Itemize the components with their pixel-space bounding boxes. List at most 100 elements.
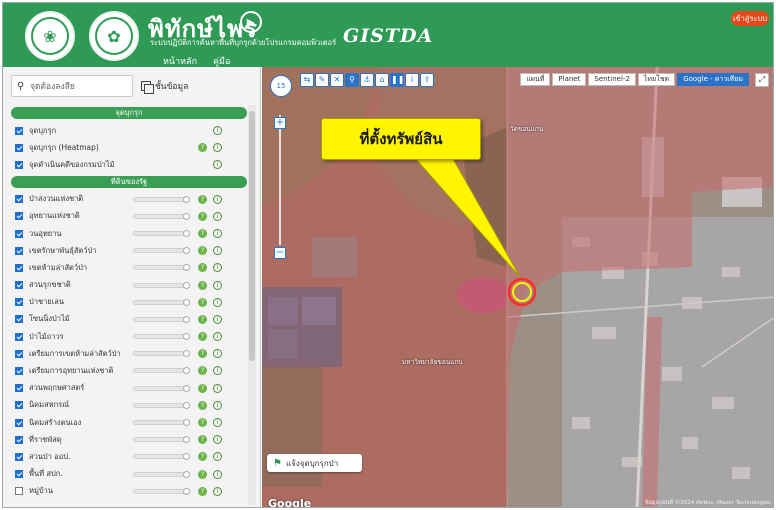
pause-tool-icon[interactable]: ❚❚ [390,73,404,87]
help-icon[interactable]: ? [198,366,207,376]
section-header[interactable]: จุดบุกรุก [11,107,247,119]
login-button[interactable]: เข้าสู่ระบบ [731,11,769,26]
opacity-slider[interactable] [133,247,190,255]
info-icon[interactable]: i [213,366,222,376]
help-icon[interactable]: ? [198,418,207,427]
opacity-slider[interactable] [133,264,190,272]
info-icon[interactable]: i [213,143,222,153]
slider-handle[interactable] [183,470,190,478]
opacity-slider[interactable] [133,195,190,203]
info-icon[interactable]: i [213,126,222,135]
help-icon[interactable]: ? [198,297,207,307]
layer-checkbox[interactable] [15,143,23,152]
info-icon[interactable]: i [213,297,222,307]
section-header[interactable]: ที่ดินของรัฐ [11,175,247,188]
slider-handle[interactable] [183,212,190,220]
slider-handle[interactable] [183,453,190,461]
layer-checkbox[interactable] [15,160,23,169]
opacity-slider[interactable] [133,401,190,409]
layer-checkbox[interactable] [15,384,23,393]
info-icon[interactable]: i [213,211,222,221]
zoom-out-button[interactable]: − [274,247,286,259]
layers-button[interactable]: ชั้นข้อมูล [141,79,188,94]
layer-checkbox[interactable] [15,246,23,255]
help-icon[interactable]: ? [198,452,207,462]
slider-handle[interactable] [183,436,190,444]
clear-tool-icon[interactable]: ✕ [330,73,344,87]
draw-tool-icon[interactable]: ✎ [315,73,329,87]
opacity-slider[interactable] [133,350,190,358]
opacity-slider[interactable] [133,212,190,220]
slider-handle[interactable] [183,247,190,255]
slider-handle[interactable] [183,264,190,272]
opacity-slider[interactable] [133,229,190,237]
help-icon[interactable]: ? [198,143,207,153]
slider-handle[interactable] [183,419,190,426]
info-icon[interactable]: i [213,349,222,359]
opacity-slider[interactable] [133,453,190,461]
layer-checkbox[interactable] [15,435,23,444]
slider-handle[interactable] [183,281,190,289]
layer-checkbox[interactable] [15,418,23,427]
slider-handle[interactable] [183,401,190,409]
help-icon[interactable]: ? [198,486,207,496]
layer-checkbox[interactable] [15,401,23,410]
upload-tool-icon[interactable]: ⇪ [420,73,434,87]
info-tool-icon[interactable]: i [405,73,419,87]
help-icon[interactable]: ? [198,435,207,445]
help-icon[interactable]: ? [198,400,207,410]
help-icon[interactable]: ? [198,263,207,273]
sidebar-scrollbar[interactable] [249,111,255,361]
zoom-slider[interactable] [279,115,281,245]
anchor-tool-icon[interactable]: ⚓ [360,73,374,87]
help-icon[interactable]: ? [198,280,207,290]
basemap-option[interactable]: Planet [552,73,587,86]
info-icon[interactable]: i [213,435,222,445]
help-icon[interactable]: ? [198,469,207,479]
layer-checkbox[interactable] [15,367,23,376]
help-icon[interactable]: ? [198,194,207,204]
info-icon[interactable]: i [213,486,222,496]
opacity-slider[interactable] [133,419,190,426]
layer-checkbox[interactable] [15,487,23,496]
opacity-slider[interactable] [133,470,190,478]
help-icon[interactable]: ? [198,383,207,393]
slider-handle[interactable] [183,195,190,203]
opacity-slider[interactable] [133,487,190,495]
layer-checkbox[interactable] [15,229,23,238]
pin-tool-icon[interactable]: ⚲ [345,73,359,87]
layer-checkbox[interactable] [15,452,23,461]
info-icon[interactable]: i [213,194,222,204]
slider-handle[interactable] [183,315,190,323]
layer-checkbox[interactable] [15,315,23,324]
help-icon[interactable]: ? [198,332,207,342]
opacity-slider[interactable] [133,384,190,392]
layer-checkbox[interactable] [15,349,23,358]
fullscreen-icon[interactable]: ⤢ [755,73,769,87]
basemap-option[interactable]: Sentinel-2 [588,73,636,86]
tab-manual[interactable]: คู่มือ [213,54,230,68]
layer-checkbox[interactable] [15,126,23,135]
layer-checkbox[interactable] [15,212,23,221]
info-icon[interactable]: i [213,246,222,256]
layer-checkbox[interactable] [15,332,23,341]
location-search-input[interactable]: ⚲ จุดต้องลงสีย [11,75,133,97]
layer-checkbox[interactable] [15,470,23,479]
slider-handle[interactable] [183,384,190,392]
info-icon[interactable]: i [213,228,222,238]
zoom-in-button[interactable]: + [274,117,286,129]
help-icon[interactable]: ? [198,246,207,256]
layer-checkbox[interactable] [15,195,23,204]
basemap-option[interactable]: แผนที่ [520,73,551,86]
ruler-tool-icon[interactable]: ⇆ [300,73,314,87]
opacity-slider[interactable] [133,315,190,323]
slider-handle[interactable] [183,487,190,495]
report-encroachment-button[interactable]: ⚑ แจ้งจุดบุกรุกป่า [267,454,362,472]
opacity-slider[interactable] [133,436,190,444]
info-icon[interactable]: i [213,418,222,427]
info-icon[interactable]: i [213,160,222,170]
layer-checkbox[interactable] [15,281,23,290]
info-icon[interactable]: i [213,452,222,462]
info-icon[interactable]: i [213,400,222,410]
slider-handle[interactable] [183,333,190,341]
